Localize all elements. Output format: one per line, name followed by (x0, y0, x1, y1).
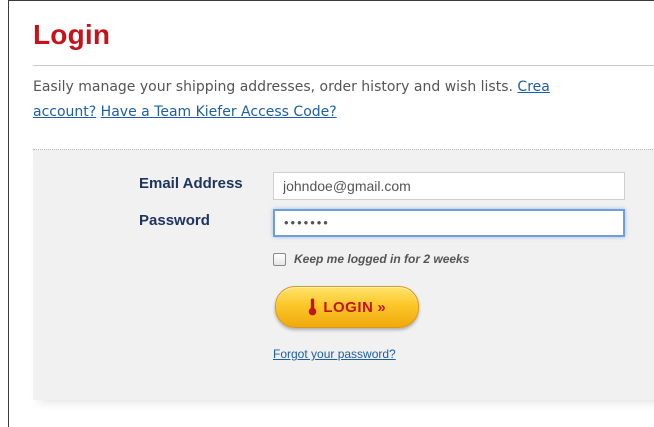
double-chevron-right-icon: » (377, 298, 386, 316)
email-label: Email Address (139, 175, 243, 192)
remember-me[interactable]: Keep me logged in for 2 weeks (273, 252, 469, 266)
create-account-link-continued[interactable]: account? (33, 104, 96, 120)
access-code-link[interactable]: Have a Team Kiefer Access Code? (101, 104, 337, 120)
thermometer-icon (309, 298, 317, 316)
page-title: Login (33, 19, 111, 50)
checkbox-icon[interactable] (273, 252, 286, 266)
intro-text: Easily manage your shipping addresses, o… (33, 75, 654, 125)
login-button-label: LOGIN (323, 298, 374, 316)
forgot-password-link[interactable]: Forgot your password? (273, 347, 396, 361)
intro-line-2: account? Have a Team Kiefer Access Code? (33, 100, 654, 125)
title-divider (33, 65, 654, 66)
login-page: Login Easily manage your shipping addres… (8, 0, 654, 427)
login-button[interactable]: LOGIN » (275, 286, 419, 328)
password-label: Password (139, 212, 210, 229)
login-form: Email Address Password Keep me logged in… (33, 149, 654, 400)
intro-description: Easily manage your shipping addresses, o… (33, 79, 518, 95)
password-field[interactable] (273, 209, 625, 237)
create-account-link[interactable]: Crea (517, 79, 549, 95)
remember-me-label: Keep me logged in for 2 weeks (294, 252, 470, 266)
email-field[interactable] (273, 172, 625, 200)
intro-line-1: Easily manage your shipping addresses, o… (33, 75, 654, 100)
